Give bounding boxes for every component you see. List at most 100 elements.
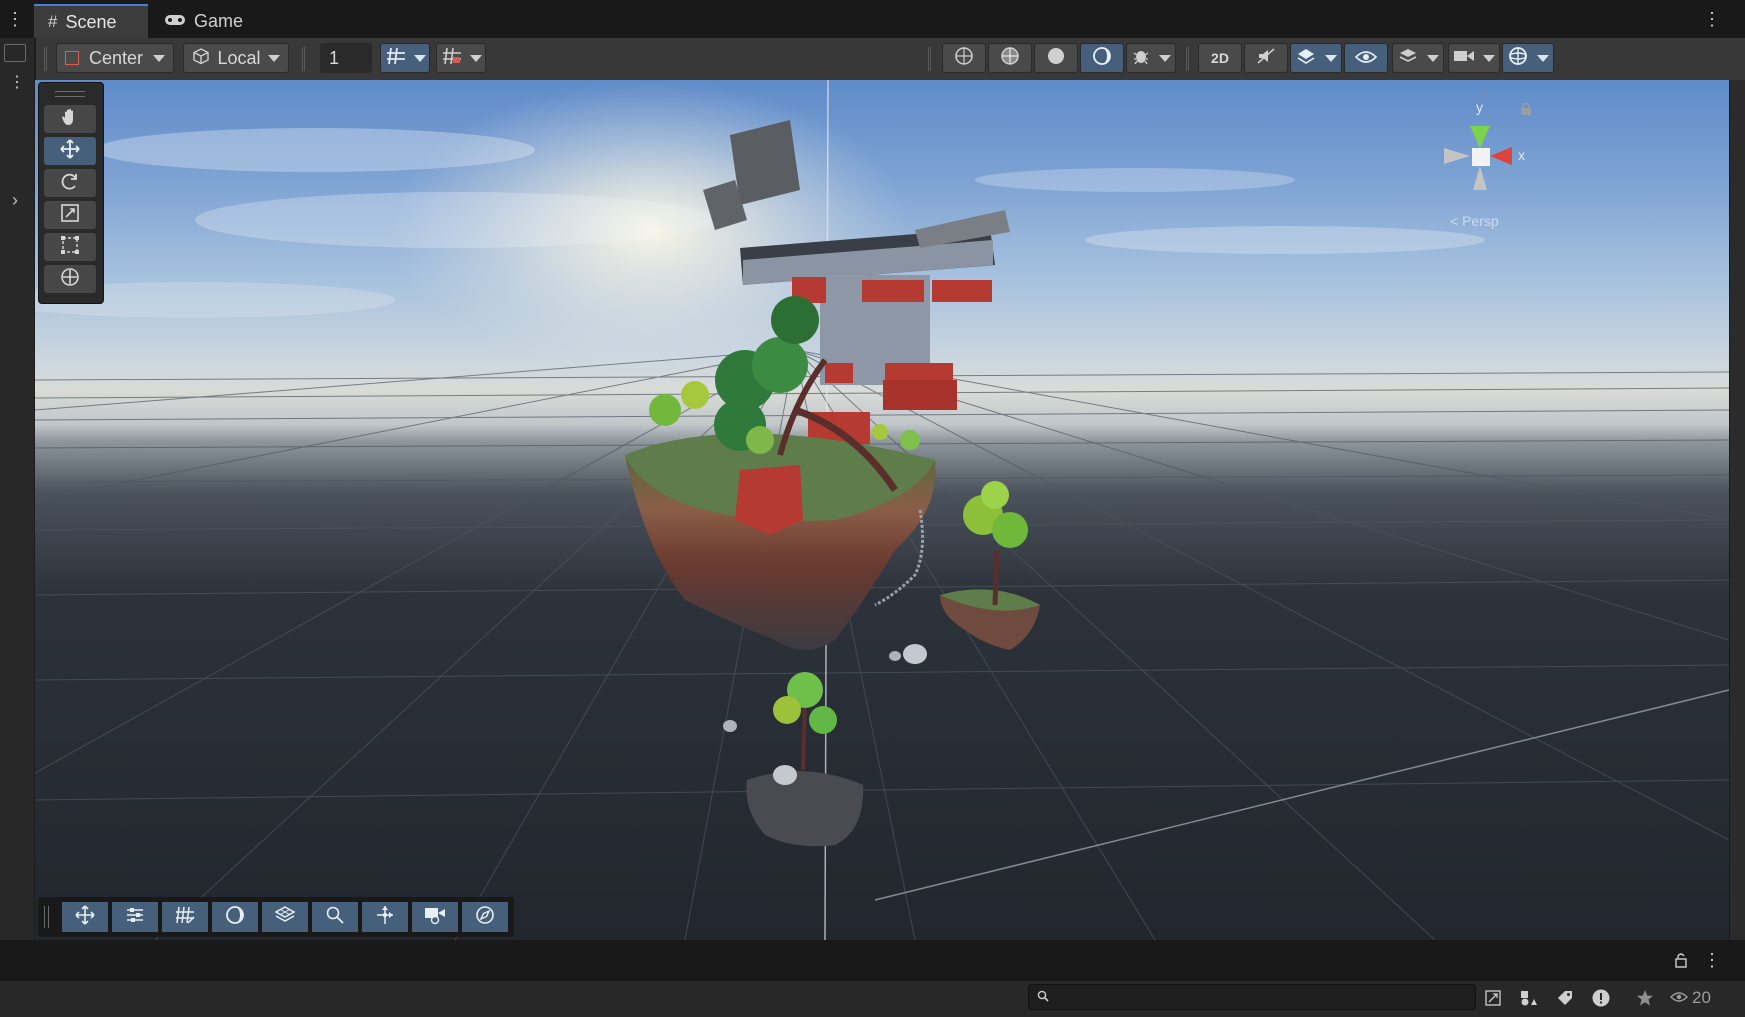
hidden-objects-counter[interactable]: 20 (1670, 988, 1711, 1008)
tab-game[interactable]: Game (150, 4, 260, 38)
viewport-scrollbar[interactable] (1730, 80, 1745, 940)
pivot-label: Center (88, 47, 144, 68)
move-arrows-icon (59, 138, 81, 165)
scene-toolbar: Center Local 1 2D (36, 38, 1745, 81)
panel-menu-icon[interactable]: ⋮ (6, 10, 24, 28)
grid-snap-input[interactable]: 1 (320, 43, 372, 73)
overlay-search-button[interactable] (312, 902, 358, 932)
audio-toggle-button[interactable] (1244, 43, 1288, 73)
move-arrows-icon (74, 904, 96, 931)
gizmo-y-label: y (1476, 99, 1483, 115)
grid-visibility-button[interactable] (380, 43, 430, 73)
chevron-down-icon (1483, 54, 1495, 62)
pivot-dropdown[interactable]: Center (56, 43, 174, 73)
grid-icon: # (48, 12, 58, 31)
pivot-icon (65, 51, 79, 65)
gamepad-icon (164, 11, 186, 32)
layers-grid-icon (274, 905, 296, 930)
space-dropdown[interactable]: Local (183, 43, 289, 73)
tab-scene[interactable]: # Scene (34, 4, 148, 38)
overlay-lighting-button[interactable] (212, 902, 258, 932)
chevron-down-icon (1426, 54, 1439, 62)
toolbar-divider (1186, 47, 1189, 71)
overlay-toggle-icon[interactable] (1478, 984, 1508, 1012)
overlay-grip[interactable] (55, 91, 85, 97)
scale-icon (60, 203, 80, 228)
effects-dropdown[interactable] (1290, 43, 1342, 73)
move-tool-button[interactable] (44, 137, 96, 165)
window-menu-icon[interactable]: ⋮ (1703, 10, 1721, 28)
filter-by-type-icon[interactable] (1514, 984, 1544, 1012)
2d-toggle-icon: 2D (1211, 50, 1229, 66)
solid-sphere-icon (1046, 46, 1066, 71)
camera-eye-icon (423, 905, 447, 930)
lit-shading-button[interactable] (1080, 43, 1124, 73)
hand-icon (60, 107, 80, 132)
overlay-grip[interactable] (44, 906, 49, 928)
scene-visibility-button[interactable] (1344, 43, 1388, 73)
toolbar-grip[interactable] (44, 47, 47, 71)
wireframe-sphere-icon (954, 46, 974, 71)
camera-dropdown[interactable] (1448, 43, 1500, 73)
expand-chevron-icon[interactable]: › (12, 190, 18, 211)
chevron-down-icon (1536, 54, 1549, 62)
orientation-gizmo[interactable]: y x < Persp (1430, 86, 1560, 236)
lit-sphere-icon (1092, 46, 1112, 71)
effects-layers-icon (1296, 47, 1316, 70)
filter-by-label-icon[interactable] (1550, 984, 1580, 1012)
wireframe-shading-button[interactable] (942, 43, 986, 73)
tab-game-label: Game (194, 10, 244, 31)
toolbar-divider (928, 47, 931, 71)
grid-snapping-button[interactable] (436, 43, 486, 73)
camera-icon (1453, 48, 1475, 69)
shaded-wire-sphere-icon (1000, 46, 1020, 71)
chevron-down-icon (469, 54, 482, 62)
scene-viewport[interactable]: y x < Persp (35, 80, 1729, 940)
magnifier-icon (325, 905, 345, 930)
projection-label[interactable]: < Persp (1450, 213, 1499, 229)
layers-icon (1398, 47, 1418, 70)
scale-tool-button[interactable] (44, 201, 96, 229)
panel-lock-icon[interactable] (1674, 952, 1688, 968)
gizmo-x-label: x (1518, 147, 1525, 163)
layers-dropdown[interactable] (1392, 43, 1444, 73)
overlay-move-button[interactable] (62, 902, 108, 932)
favorites-star-icon[interactable] (1630, 984, 1660, 1012)
chevron-down-icon (413, 54, 426, 62)
warning-filter-icon[interactable] (1586, 984, 1616, 1012)
transform-icon (59, 266, 81, 293)
panel-menu-icon[interactable]: ⋮ (1703, 950, 1721, 971)
transform-tool-button[interactable] (44, 265, 96, 293)
pivot-axes-icon (374, 904, 396, 931)
hand-tool-button[interactable] (44, 105, 96, 133)
debug-draw-dropdown[interactable] (1126, 43, 1176, 73)
hierarchy-search-input[interactable] (1028, 984, 1476, 1010)
overlay-settings-button[interactable] (112, 902, 158, 932)
shaded-wireframe-button[interactable] (988, 43, 1032, 73)
shaded-button[interactable] (1034, 43, 1078, 73)
overlay-layers-button[interactable] (262, 902, 308, 932)
overlay-menu-icon[interactable] (4, 44, 26, 62)
compass-icon (475, 905, 495, 930)
chevron-down-icon (1324, 54, 1337, 62)
overlay-navigation-button[interactable] (462, 902, 508, 932)
chevron-down-icon (1158, 54, 1171, 62)
hidden-objects-count: 20 (1692, 988, 1711, 1007)
tab-scene-label: Scene (65, 11, 117, 32)
overlay-grid-button[interactable] (162, 902, 208, 932)
strip-menu-icon[interactable]: ⋮ (9, 72, 25, 92)
gizmos-dropdown[interactable] (1502, 43, 1554, 73)
overlay-pivot-button[interactable] (362, 902, 408, 932)
rect-tool-button[interactable] (44, 233, 96, 261)
chevron-down-icon (153, 54, 165, 62)
space-label: Local (217, 47, 261, 68)
lit-sphere-icon (225, 905, 245, 930)
lock-icon[interactable] (1520, 102, 1532, 115)
sliders-icon (125, 905, 145, 930)
snap-icon (441, 46, 463, 71)
gizmo-globe-icon (1508, 46, 1528, 71)
2d-mode-button[interactable]: 2D (1198, 43, 1242, 73)
rotate-tool-button[interactable] (44, 169, 96, 197)
grid-hatch-icon (174, 905, 196, 930)
overlay-camera-button[interactable] (412, 902, 458, 932)
